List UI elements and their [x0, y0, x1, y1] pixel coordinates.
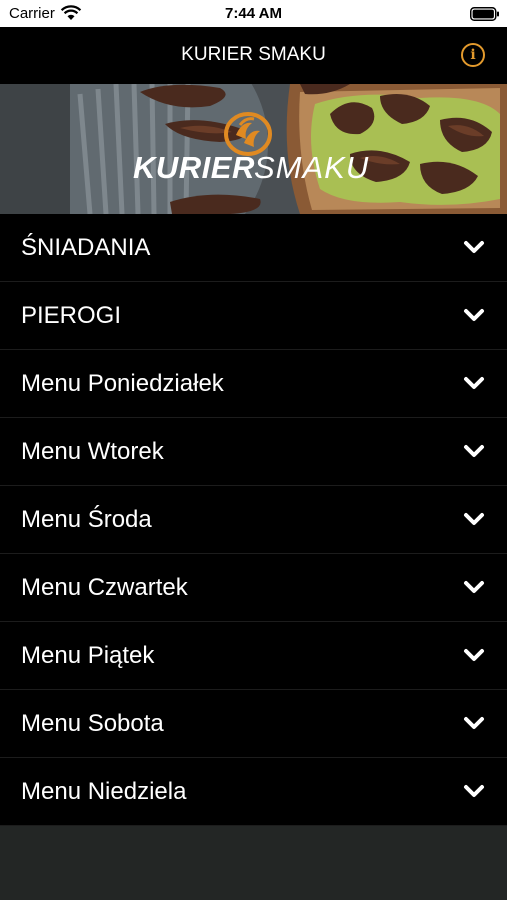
chevron-down-icon	[464, 717, 484, 729]
logo-kurier: KURIER	[133, 150, 255, 185]
category-item-czwartek[interactable]: Menu Czwartek	[0, 554, 507, 622]
category-label: Menu Sobota	[21, 710, 164, 737]
chevron-down-icon	[464, 377, 484, 389]
chevron-down-icon	[464, 581, 484, 593]
category-list: ŚNIADANIA PIEROGI Menu Poniedziałek Menu…	[0, 214, 507, 826]
navigation-bar: KURIER SMAKU i	[0, 27, 507, 84]
page-title: KURIER SMAKU	[181, 44, 326, 65]
chevron-down-icon	[464, 241, 484, 253]
category-label: Menu Poniedziałek	[21, 370, 224, 397]
chevron-down-icon	[464, 309, 484, 321]
category-item-pierogi[interactable]: PIEROGI	[0, 282, 507, 350]
brand-logo: KURIER SMAKU	[133, 150, 393, 190]
category-item-sroda[interactable]: Menu Środa	[0, 486, 507, 554]
chevron-down-icon	[464, 785, 484, 797]
chevron-down-icon	[464, 649, 484, 661]
category-label: Menu Niedziela	[21, 778, 187, 805]
category-label: ŚNIADANIA	[21, 234, 151, 261]
info-button[interactable]: i	[461, 43, 485, 67]
logo-smaku: SMAKU	[254, 150, 370, 185]
category-label: Menu Wtorek	[21, 438, 164, 465]
category-label: Menu Środa	[21, 506, 152, 533]
battery-icon	[470, 7, 499, 21]
category-item-niedziela[interactable]: Menu Niedziela	[0, 758, 507, 826]
category-label: Menu Czwartek	[21, 574, 188, 601]
clock: 7:44 AM	[225, 5, 282, 22]
category-label: PIEROGI	[21, 302, 122, 329]
info-icon: i	[470, 47, 476, 63]
chevron-down-icon	[464, 513, 484, 525]
category-item-sobota[interactable]: Menu Sobota	[0, 690, 507, 758]
category-item-poniedzialek[interactable]: Menu Poniedziałek	[0, 350, 507, 418]
category-item-wtorek[interactable]: Menu Wtorek	[0, 418, 507, 486]
app-screen: Carrier 7:44 AM KURIER SMAKU i KURIER SM…	[0, 0, 507, 900]
chevron-down-icon	[464, 445, 484, 457]
category-item-sniadania[interactable]: ŚNIADANIA	[0, 214, 507, 282]
category-label: Menu Piątek	[21, 642, 155, 669]
status-bar: Carrier 7:44 AM	[0, 0, 507, 27]
category-item-piatek[interactable]: Menu Piątek	[0, 622, 507, 690]
